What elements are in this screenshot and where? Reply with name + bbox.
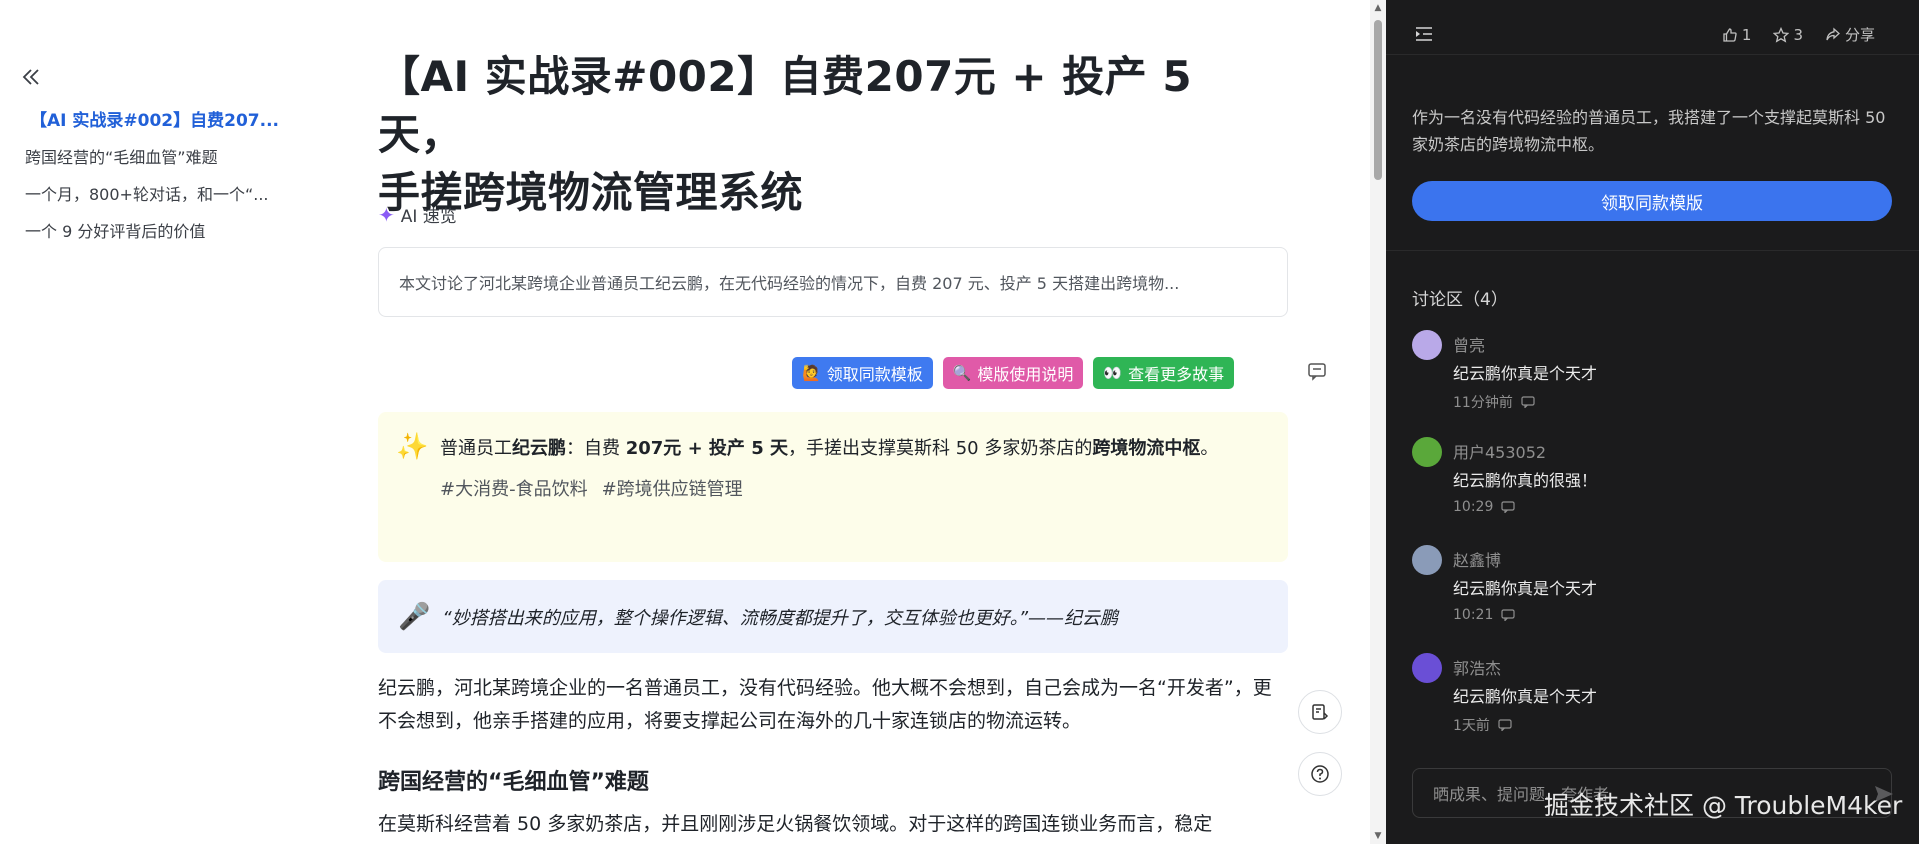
divider [1386, 54, 1919, 55]
ai-summary-label: AI 速览 [400, 207, 457, 227]
share-label: 分享 [1844, 26, 1875, 44]
favorite-button[interactable]: 3 [1773, 24, 1803, 45]
catalog-icon [1312, 704, 1329, 720]
sparkles-icon: ✨ [396, 432, 429, 462]
scroll-up-arrow-icon[interactable]: ▲ [1373, 3, 1383, 13]
toc-item-month[interactable]: 一个月，800+轮对话，和一个“... [25, 181, 269, 205]
reply-icon[interactable] [1501, 501, 1515, 513]
comment-time: 11分钟前 [1453, 395, 1513, 411]
toc-item-value[interactable]: 一个 9 分好评背后的价值 [25, 218, 205, 242]
favorite-count: 3 [1793, 25, 1803, 44]
comment-author[interactable]: 赵鑫博 [1453, 547, 1501, 571]
comment-icon[interactable] [1306, 360, 1328, 382]
avatar[interactable] [1412, 653, 1442, 683]
share-button[interactable]: 分享 [1825, 24, 1875, 45]
more-stories-button[interactable]: 👀 查看更多故事 [1093, 357, 1235, 389]
highlight-part: ：自费 [566, 438, 626, 459]
ai-summary-text: 本文讨论了河北某跨境企业普通员工纪云鹏，在无代码经验的情况下，自费 207 元、… [399, 274, 1180, 293]
star-icon [1773, 26, 1790, 43]
watermark: 掘金技术社区 @ TroubleM4ker [1544, 791, 1903, 820]
comment-body: 纪云鹏你真是个天才 [1453, 364, 1598, 383]
comment-author[interactable]: 用户453052 [1453, 439, 1546, 463]
tag-list: #大消费-食品饮料 #跨境供应链管理 [440, 475, 1268, 501]
scroll-down-arrow-icon[interactable]: ▼ [1373, 831, 1383, 841]
like-count: 1 [1741, 25, 1752, 44]
highlight-part: ，手搓出支撑莫斯科 50 多家奶茶店的 [787, 438, 1093, 459]
reply-icon[interactable] [1501, 609, 1515, 621]
like-button[interactable]: 1 [1722, 24, 1752, 45]
comment-meta: 11分钟前 [1453, 392, 1535, 412]
comment-meta: 10:21 [1453, 607, 1515, 623]
article: 【AI 实战录#002】自费207元 + 投产 5 天， 手搓跨境物流管理系统 … [378, 0, 1326, 844]
catalog-float-button[interactable] [1298, 690, 1342, 734]
reply-icon[interactable] [1521, 396, 1535, 408]
quote-block: 🎤 “妙搭搭出来的应用，整个操作逻辑、流畅度都提升了，交互体验也更好。”——纪云… [378, 580, 1288, 653]
comment-body: 纪云鹏你真是个天才 [1453, 579, 1598, 598]
title-line-1: 【AI 实战录#002】自费207元 + 投产 5 天， [378, 52, 1193, 159]
tag[interactable]: #跨境供应链管理 [602, 475, 743, 501]
template-description: 作为一名没有代码经验的普通员工，我搭建了一个支撑起莫斯科 50 家奶茶店的跨境物… [1412, 108, 1886, 154]
quote-text: “妙搭搭出来的应用，整个操作逻辑、流畅度都提升了，交互体验也更好。”——纪云鹏 [442, 607, 1119, 629]
page-scrollbar[interactable]: ▲ ▼ [1370, 0, 1386, 844]
comment-body: 纪云鹏你真是个天才 [1453, 687, 1598, 706]
question-icon [1311, 765, 1329, 783]
comment-author[interactable]: 郭浩杰 [1453, 655, 1501, 679]
get-template-label: 领取同款模板 [826, 365, 923, 384]
avatar[interactable] [1412, 545, 1442, 575]
sparkle-icon: ✦ [378, 202, 395, 227]
discussion-panel: 1 3 分享 作为一名没有代码经验的普通员工，我搭建了一个支撑起莫斯科 50 家… [1386, 0, 1919, 844]
comment-body: 纪云鹏你真的很强！ [1453, 471, 1598, 490]
comment-time: 10:29 [1453, 499, 1494, 515]
get-template-button[interactable]: 🙋 领取同款模板 [792, 357, 933, 389]
highlight-callout: ✨ 普通员工纪云鹏：自费 207元 + 投产 5 天，手搓出支撑莫斯科 50 多… [378, 412, 1288, 562]
panel-menu-icon[interactable] [1414, 24, 1436, 46]
discussion-title: 讨论区（4） [1412, 290, 1508, 310]
scroll-thumb[interactable] [1374, 20, 1382, 180]
highlight-part: 普通员工 [440, 438, 512, 459]
help-float-button[interactable] [1298, 752, 1342, 796]
section-heading: 跨国经营的“毛细血管”难题 [378, 770, 649, 795]
collapse-toc-icon[interactable] [20, 66, 44, 90]
ai-summary-toggle[interactable]: ✦ AI 速览 [378, 202, 457, 228]
comment-time: 10:21 [1453, 607, 1494, 623]
eyes-icon: 👀 [1103, 364, 1123, 382]
magnifier-icon: 🔍 [952, 364, 972, 382]
highlight-text: 普通员工纪云鹏：自费 207元 + 投产 5 天，手搓出支撑莫斯科 50 多家奶… [440, 432, 1268, 465]
tag[interactable]: #大消费-食品饮料 [440, 475, 588, 501]
person-icon: 🙋 [802, 364, 821, 382]
thumbs-up-icon [1723, 27, 1737, 42]
highlight-bold: 207元 + 投产 5 天 [625, 438, 788, 459]
action-buttons: 🙋 领取同款模板 🔍 模版使用说明 👀 查看更多故事 [792, 357, 1235, 389]
get-template-cta-button[interactable]: 领取同款模版 [1412, 181, 1892, 221]
toc-item-problem[interactable]: 跨国经营的“毛细血管”难题 [25, 144, 218, 168]
comment-meta: 10:29 [1453, 499, 1515, 515]
page-title: 【AI 实战录#002】自费207元 + 投产 5 天， 手搓跨境物流管理系统 [378, 48, 1258, 222]
avatar[interactable] [1412, 437, 1442, 467]
paragraph: 纪云鹏，河北某跨境企业的一名普通员工，没有代码经验。他大概不会想到，自己会成为一… [378, 677, 1272, 732]
divider [1386, 250, 1919, 251]
comment-time: 1天前 [1453, 718, 1490, 734]
highlight-bold: 跨境物流中枢 [1092, 438, 1201, 459]
panel-stats: 1 3 分享 [1722, 24, 1875, 45]
template-guide-button[interactable]: 🔍 模版使用说明 [942, 357, 1084, 389]
comment-meta: 1天前 [1453, 715, 1512, 735]
microphone-icon: 🎤 [398, 601, 431, 632]
toc-item-intro[interactable]: 【AI 实战录#002】自费207... [30, 106, 279, 131]
share-icon [1826, 27, 1840, 40]
paragraph: 在莫斯科经营着 50 多家奶茶店，并且刚刚涉足火锅餐饮领域。对于这样的跨国连锁业… [378, 813, 1213, 835]
ai-summary-box[interactable]: 本文讨论了河北某跨境企业普通员工纪云鹏，在无代码经验的情况下，自费 207 元、… [378, 247, 1288, 317]
highlight-bold: 纪云鹏 [512, 438, 566, 459]
more-stories-label: 查看更多故事 [1128, 365, 1225, 384]
avatar[interactable] [1412, 330, 1442, 360]
highlight-part: 。 [1200, 438, 1219, 459]
comment-author[interactable]: 曾亮 [1453, 332, 1485, 356]
table-of-contents: 【AI 实战录#002】自费207... 跨国经营的“毛细血管”难题 一个月，8… [0, 0, 340, 844]
reply-icon[interactable] [1498, 719, 1512, 731]
template-guide-label: 模版使用说明 [977, 365, 1074, 384]
